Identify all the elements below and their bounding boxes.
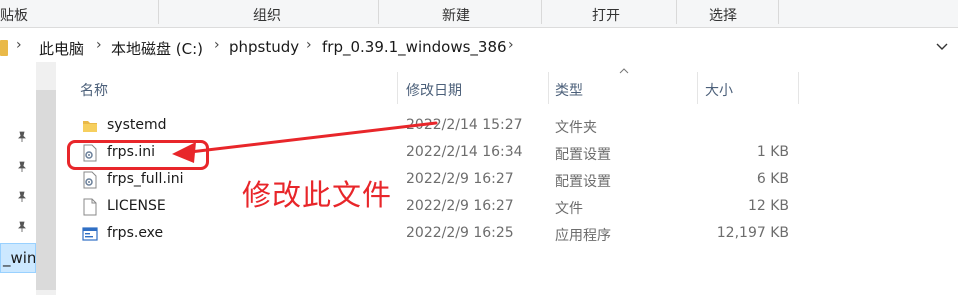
- ribbon-group-open: 打开: [592, 8, 620, 24]
- breadcrumb-separator: ›: [16, 37, 22, 53]
- file-modified: 2022/2/9 16:25: [406, 225, 514, 241]
- file-row-frps-full-ini[interactable]: frps_full.ini 2022/2/9 16:27 配置设置 6 KB: [60, 167, 820, 194]
- breadcrumb-local-disk[interactable]: 本地磁盘 (C:): [111, 38, 203, 59]
- pin-icon[interactable]: [16, 161, 28, 173]
- column-header: 名称 修改日期 类型 大小: [60, 62, 958, 114]
- folder-icon: [83, 121, 97, 132]
- file-row-license[interactable]: LICENSE 2022/2/9 16:27 文件 12 KB: [60, 194, 820, 221]
- file-type: 配置设置: [555, 174, 611, 190]
- nav-item-label: _windo: [3, 249, 36, 267]
- file-name: systemd: [107, 117, 167, 133]
- column-header-type[interactable]: 类型: [555, 80, 583, 100]
- pin-icon[interactable]: [16, 221, 28, 233]
- breadcrumb-frp-folder[interactable]: frp_0.39.1_windows_386: [322, 38, 507, 56]
- nav-scrollbar-thumb[interactable]: [36, 90, 56, 290]
- ribbon-divider: [778, 0, 779, 24]
- file-type: 应用程序: [555, 228, 611, 244]
- ribbon-group-select: 选择: [709, 8, 737, 24]
- file-name: LICENSE: [107, 198, 166, 214]
- ribbon-divider: [158, 0, 159, 24]
- exe-file-icon: [82, 227, 98, 241]
- ribbon-divider: [378, 0, 379, 24]
- file-modified: 2022/2/9 16:27: [406, 198, 514, 214]
- ribbon-group-clipboard: 贴板: [0, 8, 28, 24]
- column-divider[interactable]: [798, 72, 799, 104]
- file-type: 文件夹: [555, 120, 597, 136]
- file-name: frps_full.ini: [107, 171, 184, 187]
- sort-ascending-icon: [619, 68, 629, 74]
- file-name: frps.exe: [107, 225, 164, 241]
- column-divider[interactable]: [697, 72, 698, 104]
- ribbon-divider: [676, 0, 677, 24]
- breadcrumb-this-pc[interactable]: 此电脑: [39, 38, 84, 59]
- ribbon-group-labels: 贴板 组织 新建 打开 选择: [0, 0, 958, 28]
- annotation-label: 修改此文件: [242, 178, 393, 212]
- column-header-modified[interactable]: 修改日期: [406, 80, 462, 100]
- file-type: 配置设置: [555, 147, 611, 163]
- file-size: 1 KB: [756, 144, 789, 160]
- file-row-systemd[interactable]: systemd 2022/2/14 15:27 文件夹: [60, 113, 820, 140]
- chevron-down-icon[interactable]: [934, 38, 950, 54]
- breadcrumb-separator: ›: [96, 37, 102, 53]
- file-modified: 2022/2/14 16:34: [406, 144, 523, 160]
- breadcrumb-separator: ›: [214, 37, 220, 53]
- config-file-icon: [83, 171, 97, 189]
- address-bar[interactable]: › 此电脑 › 本地磁盘 (C:) › phpstudy › frp_0.39.…: [0, 34, 958, 62]
- file-type: 文件: [555, 201, 583, 217]
- pin-icon[interactable]: [16, 191, 28, 203]
- file-size: 12,197 KB: [716, 225, 789, 241]
- pin-icon[interactable]: [16, 131, 28, 143]
- file-size: 12 KB: [747, 198, 789, 214]
- column-header-size[interactable]: 大小: [705, 80, 733, 100]
- ribbon-group-organize: 组织: [253, 8, 281, 24]
- file-size: 6 KB: [756, 171, 789, 187]
- nav-item-selected-folder[interactable]: _windo: [0, 243, 36, 273]
- file-row-frps-exe[interactable]: frps.exe 2022/2/9 16:25 应用程序 12,197 KB: [60, 221, 820, 248]
- blank-file-icon: [83, 198, 97, 216]
- annotation-highlight-box: [67, 140, 209, 170]
- breadcrumb-phpstudy[interactable]: phpstudy: [229, 38, 299, 56]
- navigation-pane: _windo: [0, 62, 58, 295]
- column-divider[interactable]: [548, 72, 549, 104]
- breadcrumb-separator: ›: [508, 37, 514, 53]
- column-header-name[interactable]: 名称: [80, 80, 108, 100]
- ribbon-divider: [541, 0, 542, 24]
- ribbon-group-new: 新建: [442, 8, 470, 24]
- breadcrumb-separator: ›: [306, 37, 312, 53]
- folder-icon: [0, 40, 8, 56]
- column-divider[interactable]: [397, 72, 398, 104]
- file-modified: 2022/2/9 16:27: [406, 171, 514, 187]
- file-modified: 2022/2/14 15:27: [406, 117, 523, 133]
